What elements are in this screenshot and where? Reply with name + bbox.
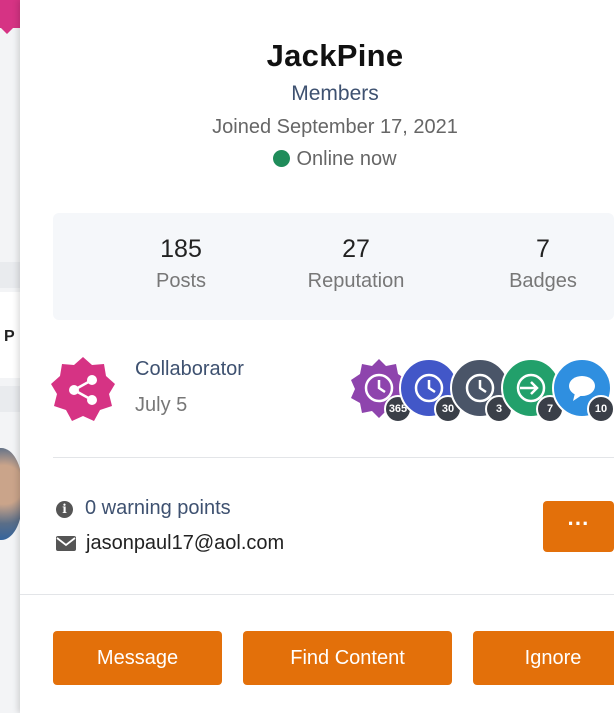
background-row-text: P (4, 328, 15, 345)
stat-value: 7 (536, 235, 550, 263)
more-options-button[interactable]: ··· (543, 501, 614, 552)
badge-list: 365 30 3 7 10 (348, 357, 614, 423)
background-band (0, 262, 20, 288)
stat-value: 185 (160, 235, 202, 263)
member-group: Members (291, 82, 379, 105)
stat-reputation: 27 Reputation (271, 235, 441, 293)
joined-date: Joined September 17, 2021 (212, 116, 458, 138)
profile-card: JackPine Members Joined September 17, 20… (20, 0, 614, 713)
envelope-icon (56, 536, 76, 551)
stat-label: Badges (509, 270, 577, 292)
warning-points-label: 0 warning points (85, 497, 231, 519)
achievement-title[interactable]: Collaborator (135, 358, 244, 381)
profile-name[interactable]: JackPine (20, 38, 614, 74)
find-content-button[interactable]: Find Content (243, 631, 452, 685)
background-row[interactable]: P (0, 292, 20, 378)
warning-points[interactable]: i 0 warning points (56, 497, 231, 520)
stat-posts: 185 Posts (96, 235, 266, 293)
online-status: Online now (20, 148, 614, 171)
message-button[interactable]: Message (53, 631, 222, 685)
ignore-button[interactable]: Ignore (473, 631, 614, 685)
achievement-date: July 5 (135, 394, 188, 416)
email-label: jasonpaul17@aol.com (86, 532, 285, 554)
stat-label: Posts (155, 270, 207, 292)
stat-label: Reputation (307, 270, 405, 292)
stats-panel: 185 Posts 27 Reputation 7 Badges (53, 213, 614, 320)
background-band (0, 386, 20, 412)
stat-value: 27 (342, 235, 370, 263)
stat-badges: 7 Badges (458, 235, 614, 293)
info-icon: i (56, 501, 73, 518)
divider (20, 594, 614, 595)
online-dot-icon (273, 150, 291, 167)
badge-item[interactable]: 10 (551, 357, 614, 423)
online-status-label: Online now (296, 148, 397, 170)
divider (53, 457, 614, 458)
badge-count: 10 (587, 395, 614, 423)
share-icon[interactable] (50, 355, 116, 425)
email-address: jasonpaul17@aol.com (56, 532, 284, 555)
